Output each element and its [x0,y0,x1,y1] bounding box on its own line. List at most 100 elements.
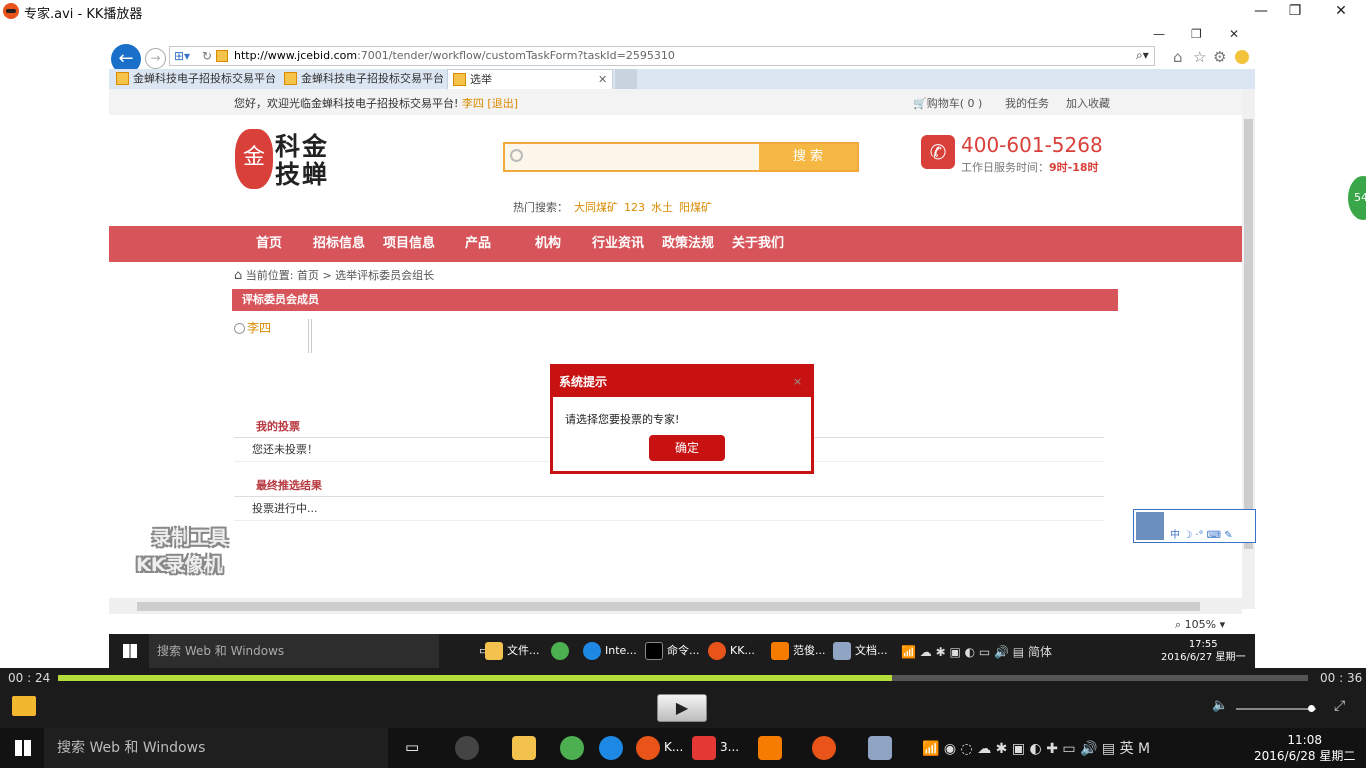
windows-start-icon[interactable] [15,740,31,756]
tab-jinchan-2[interactable]: 金蝉科技电子招投标交易平台 [279,69,445,89]
divider [308,319,312,353]
open-folder-icon[interactable] [12,696,36,716]
smiley-feedback-icon[interactable] [1235,50,1249,64]
inner-search-box[interactable]: 搜索 Web 和 Windows [149,634,439,668]
document-icon[interactable] [868,736,892,760]
scroll-thumb[interactable] [137,602,1200,611]
user-logout-link[interactable]: 李四 [退出] [462,97,518,110]
nav-policy[interactable]: 政策法规 [662,226,714,262]
webpage: 您好，欢迎光临金蝉科技电子招投标交易平台! 李四 [退出] 🛒购物车( 0 ) … [109,89,1242,634]
radio-button[interactable] [234,323,245,334]
browser-close-button[interactable]: ✕ [1229,27,1239,41]
tab-close-icon[interactable]: ✕ [598,70,607,90]
panel-title: 评标委员会成员 [232,289,1118,311]
tab-strip: 金蝉科技电子招投标交易平台 金蝉科技电子招投标交易平台 选举 ✕ [109,69,1255,89]
nav-products[interactable]: 产品 [465,226,491,262]
tab-jinchan-1[interactable]: 金蝉科技电子招投标交易平台 [111,69,277,89]
taskbar-app-explorer[interactable]: 文件... [483,634,540,668]
taskbar-app-fan[interactable]: 范俊... [769,634,826,668]
taskbar-app-3-label[interactable]: 3... [720,740,739,754]
service-hours: 工作日服务时间：9时-18时 [961,161,1099,174]
hotline: ✆ 400-601-5268 工作日服务时间：9时-18时 [919,133,1119,193]
compat-icon[interactable]: ⊞▾ [174,49,190,63]
seek-fill [58,675,892,681]
dialog-close-icon[interactable]: × [793,375,802,388]
taskbar-app-doc[interactable]: 文档... [831,634,888,668]
zoom-level[interactable]: ⌕ 105% ▾ [1175,618,1225,632]
app-icon[interactable] [560,736,584,760]
cart-icon: 🛒 [913,97,927,110]
search-dropdown-icon[interactable]: ⌕▾ [1136,48,1149,63]
my-tasks-link[interactable]: 我的任务 [1005,95,1049,111]
maximize-button[interactable]: ❐ [1280,2,1310,20]
home-icon[interactable]: ⌂ [1173,48,1183,66]
ime-icons[interactable]: 中 ☽ ·° ⌨ ✎ [1170,526,1233,541]
ime-toolbar[interactable]: 中 ☽ ·° ⌨ ✎ [1133,509,1256,543]
gear-icon[interactable]: ⚙ [1213,48,1226,66]
browser-maximize-button[interactable]: ❐ [1191,27,1202,41]
hot-term[interactable]: 阳煤矿 [679,201,712,214]
browser-minimize-button[interactable]: — [1153,27,1165,41]
taskbar-app-kk-label[interactable]: K... [664,740,683,754]
candidate-option[interactable]: 李四 [234,319,271,336]
app-icon[interactable] [758,736,782,760]
terminal-icon [645,642,663,660]
welcome-text: 您好，欢迎光临金蝉科技电子招投标交易平台! 李四 [退出] [234,97,519,110]
kk-icon[interactable] [812,736,836,760]
main-nav: 首页 招标信息 项目信息 产品 机构 行业资讯 政策法规 关于我们 [109,226,1242,262]
nav-tenders[interactable]: 招标信息 [313,226,365,262]
tray-icons[interactable]: 📶 ☁ ✱ ▣ ◐ ▭ 🔊 ▤ 简体 [901,643,1052,660]
taskbar: 搜索 Web 和 Windows ▭ K... 3... 📶 ◉ ◌ ☁ ✱ ▣… [0,728,1366,768]
home-icon[interactable]: ⌂ [234,268,242,283]
taskbar-app-ie[interactable]: Inte... [581,634,637,668]
taskbar-app-green[interactable] [549,634,573,668]
hot-term[interactable]: 123 [624,201,645,214]
settings-app-icon[interactable] [455,736,479,760]
favorites-star-icon[interactable]: ☆ [1193,48,1206,66]
search-input[interactable] [505,144,759,170]
tab-election[interactable]: 选举 ✕ [447,69,613,89]
nav-news[interactable]: 行业资讯 [592,226,644,262]
taskbar-app-cmd[interactable]: 命令... [643,634,700,668]
scroll-thumb[interactable] [1244,119,1253,549]
folder-icon [485,642,503,660]
tray-icons[interactable]: 📶 ◉ ◌ ☁ ✱ ▣ ◐ ✚ ▭ 🔊 ▤ 英 Ⅿ [922,738,1150,758]
ok-button[interactable]: 确定 [649,435,725,461]
app-icon[interactable] [692,736,716,760]
taskbar-app-kk[interactable]: KK... [706,634,755,668]
taskbar-search-box[interactable]: 搜索 Web 和 Windows [44,728,388,768]
avatar [1136,512,1164,540]
play-button[interactable]: ▶ [657,694,707,722]
site-logo[interactable]: 金 科金 技蝉 [235,129,337,193]
search-icon [510,149,523,162]
ie-icon[interactable] [599,736,623,760]
close-button[interactable]: ✕ [1326,2,1356,20]
hot-term[interactable]: 水土 [651,201,673,214]
volume-knob[interactable] [1308,705,1315,712]
task-view-icon[interactable]: ▭ [405,738,419,756]
windows-start-icon[interactable] [123,644,137,658]
nav-about[interactable]: 关于我们 [732,226,784,262]
player-controls: ▶ 🔈 ⤢ [0,688,1366,728]
volume-slider[interactable] [1236,708,1316,710]
kk-icon[interactable] [636,736,660,760]
inner-clock: 17:55 2016/6/27 星期一 [1161,639,1246,663]
address-bar[interactable]: ⊞▾ ↻ http://www.jcebid.com:7001/tender/w… [169,46,1155,66]
hot-term[interactable]: 大同煤矿 [574,201,618,214]
add-favorite-link[interactable]: 加入收藏 [1066,95,1110,111]
refresh-icon[interactable]: ↻ [202,49,212,63]
clock: 11:08 2016/6/28 星期二 [1254,733,1356,763]
folder-icon[interactable] [512,736,536,760]
fullscreen-icon[interactable]: ⤢ [1334,698,1345,714]
nav-projects[interactable]: 项目信息 [383,226,435,262]
horizontal-scrollbar[interactable] [109,598,1242,614]
search-button[interactable]: 搜 索 [759,144,857,170]
nav-home[interactable]: 首页 [256,226,282,262]
seek-bar[interactable] [58,675,1308,681]
volume-icon[interactable]: 🔈 [1212,698,1228,713]
forward-arrow-icon[interactable]: → [145,48,166,69]
new-tab-button[interactable] [615,69,637,89]
nav-agencies[interactable]: 机构 [535,226,561,262]
minimize-button[interactable]: — [1246,2,1276,20]
cart-link[interactable]: 🛒购物车( 0 ) [913,95,982,111]
